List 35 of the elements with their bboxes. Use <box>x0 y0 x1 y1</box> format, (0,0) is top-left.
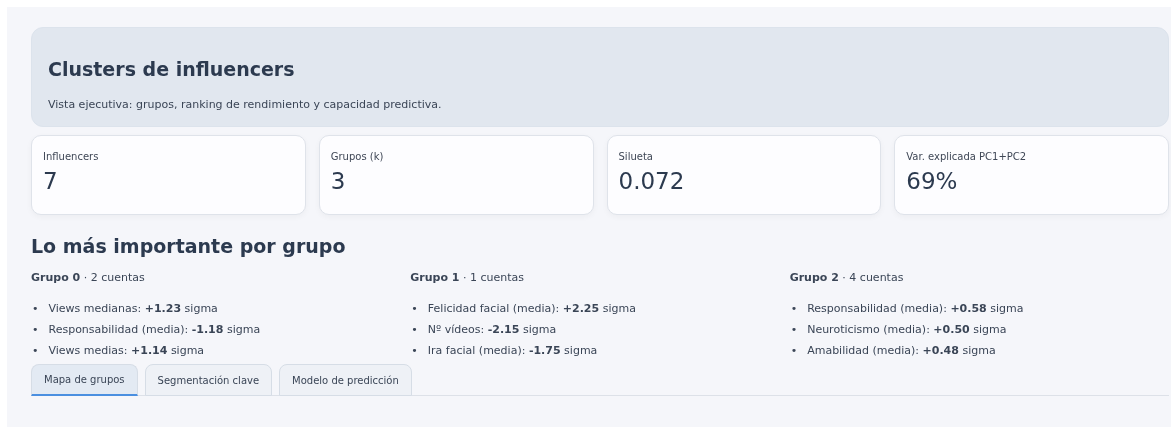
metric-value: 7 <box>43 168 59 194</box>
group-stat: Nº vídeos: -2.15 sigma <box>427 323 557 337</box>
tab[interactable]: Modelo de predicción <box>279 364 412 396</box>
group-heading: Grupo 2 · 4 cuentas <box>789 271 905 284</box>
metric-label: Influencers <box>43 151 100 162</box>
bullet: • <box>790 323 798 337</box>
group-heading: Grupo 1 · 1 cuentas <box>410 271 526 284</box>
group-stat: Views medianas: +1.23 sigma <box>48 302 218 316</box>
bullet: • <box>411 344 418 358</box>
tab[interactable]: Mapa de grupos <box>31 364 138 396</box>
metric-label: Silueta <box>618 151 654 162</box>
bullet: • <box>790 344 798 358</box>
group-stat: Amabilidad (media): +0.48 sigma <box>807 344 996 358</box>
group-stat: Ira facial (media): -1.75 sigma <box>427 344 598 358</box>
tab[interactable]: Segmentación clave <box>144 364 273 396</box>
bullet: • <box>32 344 39 358</box>
bullet: • <box>32 302 39 316</box>
metric-label: Var. explicada PC1+PC2 <box>906 151 1028 162</box>
metric-value: 69% <box>906 168 959 194</box>
metric-value: 0.072 <box>618 168 686 194</box>
bullet: • <box>411 302 418 316</box>
page-subtitle: Vista ejecutiva: grupos, ranking de rendimiento y capacidad predictiva. <box>48 98 443 111</box>
bullet: • <box>790 302 798 316</box>
metric-value: 3 <box>330 168 347 194</box>
group-stat: Responsabilidad (media): +0.58 sigma <box>807 302 1024 316</box>
group-heading: Grupo 0 · 2 cuentas <box>31 271 146 284</box>
metric-label: Grupos (k) <box>330 151 385 162</box>
group-stat: Responsabilidad (media): -1.18 sigma <box>48 323 261 337</box>
bullet: • <box>411 323 418 337</box>
bullet: • <box>32 323 39 337</box>
group-stat: Views medias: +1.14 sigma <box>48 344 205 358</box>
group-stat: Neuroticismo (media): +0.50 sigma <box>807 323 1007 337</box>
section-title: Lo más importante por grupo <box>31 235 347 257</box>
page-title: Clusters de influencers <box>48 58 296 80</box>
group-stat: Felicidad facial (media): +2.25 sigma <box>427 302 636 316</box>
